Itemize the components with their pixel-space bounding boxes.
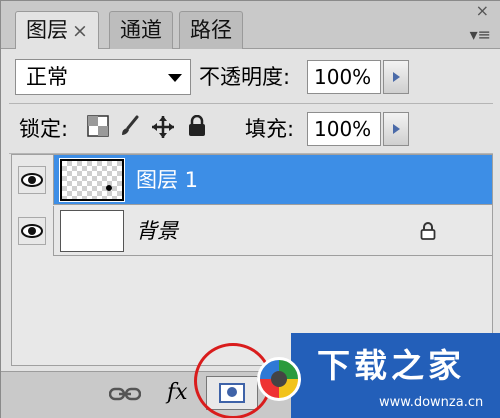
panel-close-icon[interactable]: × — [476, 1, 489, 20]
lock-label: 锁定: — [19, 117, 69, 141]
visibility-cell[interactable] — [12, 206, 54, 256]
tab-channels-label: 通道 — [120, 18, 162, 42]
opacity-label: 不透明度: — [199, 65, 291, 89]
blend-mode-value: 正常 — [26, 65, 68, 89]
fill-arrow-button[interactable] — [383, 112, 409, 146]
layer-thumbnail — [59, 158, 125, 202]
layer-name[interactable]: 图层 1 — [136, 155, 198, 205]
tab-layers[interactable]: 图层 × — [15, 11, 99, 50]
thumbnail-dot — [106, 185, 112, 191]
opacity-input[interactable]: 100% — [307, 60, 381, 94]
lock-transparent-pixels-icon[interactable] — [87, 115, 109, 137]
panel-menu-icon[interactable]: ▾≡ — [470, 27, 491, 43]
eye-icon[interactable] — [18, 217, 46, 245]
tab-close-icon[interactable]: × — [72, 20, 88, 42]
eye-icon[interactable] — [18, 166, 46, 194]
tab-channels[interactable]: 通道 — [109, 11, 173, 49]
layer-thumbnail — [60, 210, 124, 252]
move-icon[interactable] — [151, 115, 175, 139]
chevron-down-icon — [168, 74, 182, 82]
opacity-arrow-button[interactable] — [383, 60, 409, 94]
panel-tab-bar: 图层 × 通道 路径 × ▾≡ — [1, 1, 500, 50]
lock-icon[interactable] — [187, 115, 207, 137]
watermark-url: www.downza.cn — [379, 395, 484, 410]
layer-row-layer-1[interactable]: 图层 1 — [12, 155, 492, 205]
link-icon[interactable] — [109, 386, 141, 402]
divider — [9, 103, 493, 104]
tab-paths-label: 路径 — [190, 18, 232, 42]
tab-paths[interactable]: 路径 — [179, 11, 243, 49]
tab-layers-label: 图层 — [26, 18, 68, 42]
visibility-cell[interactable] — [12, 155, 54, 205]
blend-mode-select[interactable]: 正常 — [15, 59, 191, 95]
lock-icon — [420, 222, 436, 240]
layer-name[interactable]: 背景 — [136, 206, 178, 256]
brush-icon[interactable] — [119, 115, 141, 137]
watermark-logo-icon — [257, 357, 301, 401]
fill-label: 填充: — [245, 117, 295, 141]
layers-panel: 图层 × 通道 路径 × ▾≡ 正常 不透明度: 100% 锁定: 填充: 10… — [0, 0, 500, 418]
panel-content: 正常 不透明度: 100% 锁定: 填充: 100% 图层 1 背景 — [1, 49, 500, 371]
layer-row-background[interactable]: 背景 — [12, 206, 492, 256]
fill-input[interactable]: 100% — [307, 112, 381, 146]
watermark-banner: 下载之家 www.downza.cn — [291, 333, 500, 418]
fx-icon[interactable]: fx — [167, 380, 188, 405]
watermark-title: 下载之家 — [317, 346, 465, 385]
